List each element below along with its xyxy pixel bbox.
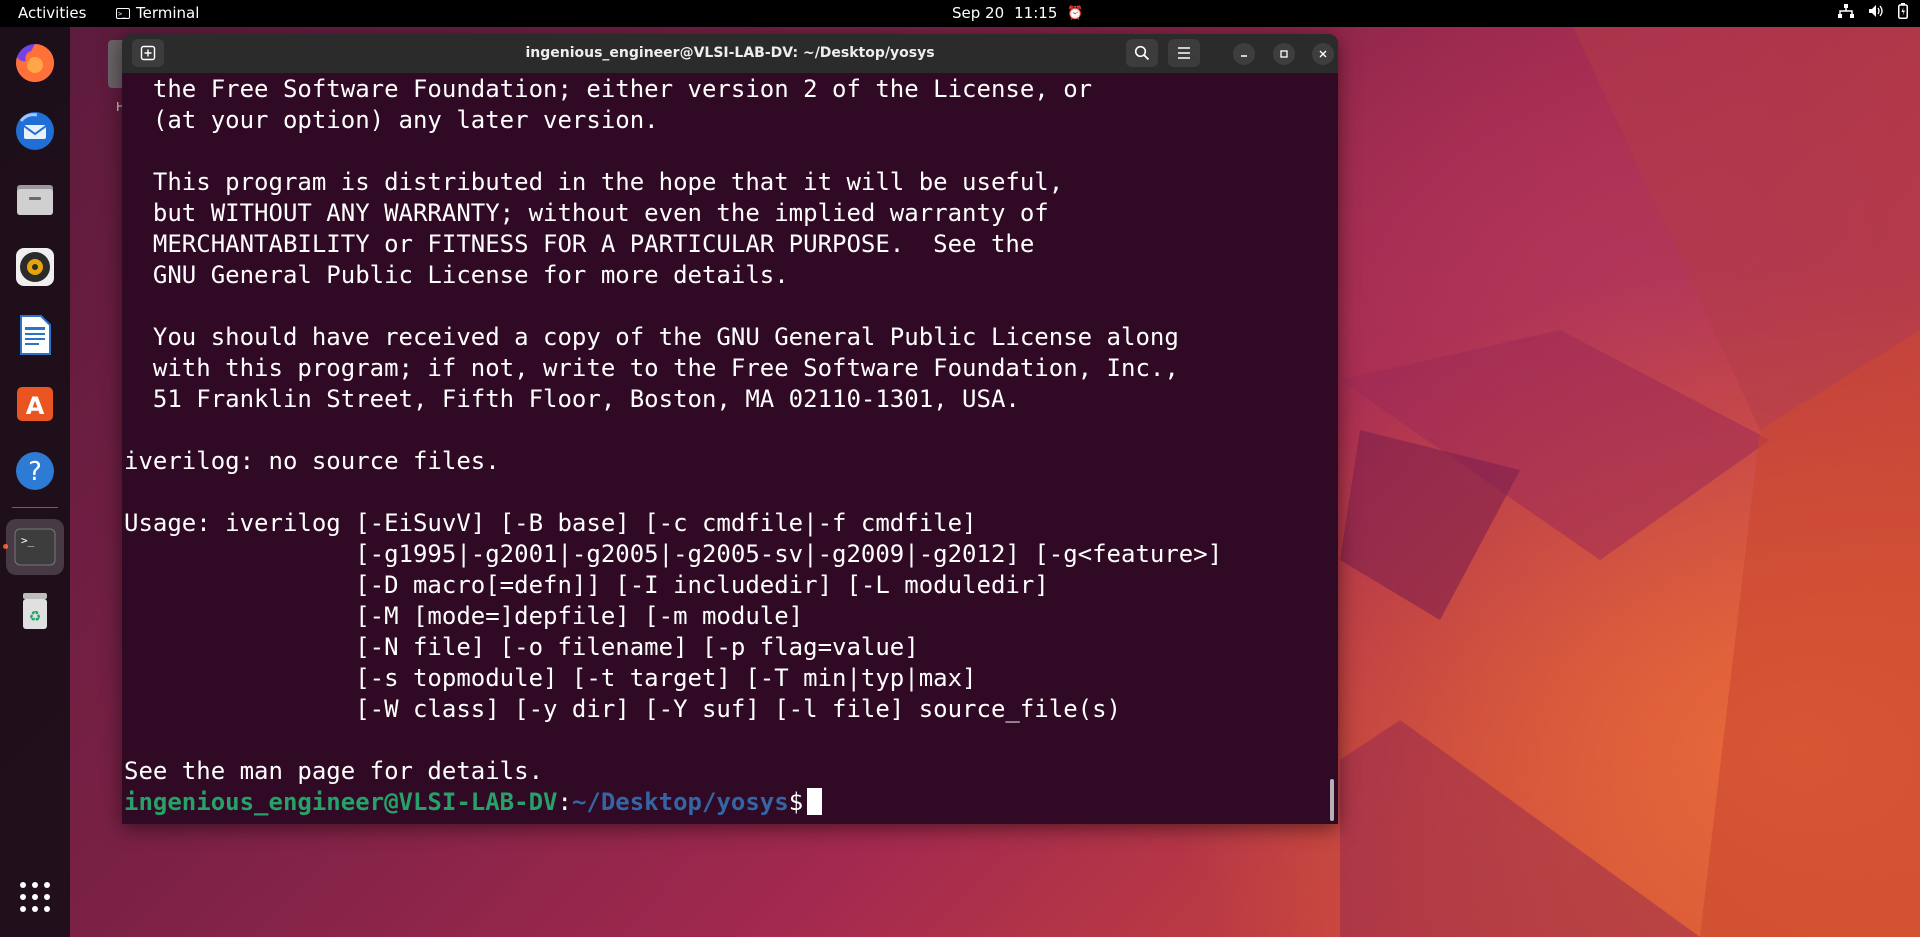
dock-item-terminal[interactable]: >_ — [6, 519, 64, 575]
scrollbar[interactable] — [1330, 779, 1334, 821]
output-line: [-D macro[=defn]] [-I includedir] [-L mo… — [124, 571, 1049, 599]
system-tray[interactable] — [1838, 3, 1908, 19]
dock-item-writer[interactable] — [11, 311, 59, 359]
date: Sep 20 — [952, 4, 1005, 22]
svg-text:♻: ♻ — [29, 609, 42, 625]
dock-item-help[interactable]: ? — [11, 447, 59, 495]
output-line: [-W class] [-y dir] [-Y suf] [-l file] s… — [124, 695, 1121, 723]
minimize-button[interactable] — [1233, 43, 1255, 65]
terminal-app-icon: >_ — [116, 7, 130, 19]
maximize-button[interactable] — [1273, 43, 1295, 65]
output-line: Usage: iverilog [-EiSuvV] [-B base] [-c … — [124, 509, 977, 537]
libreoffice-writer-icon — [20, 315, 51, 355]
battery-icon — [1898, 3, 1908, 19]
app-menu[interactable]: >_ Terminal — [116, 4, 199, 22]
volume-icon — [1869, 5, 1883, 17]
prompt-symbol: $ — [788, 788, 804, 816]
prompt-path: ~/Desktop/yosys — [571, 788, 789, 816]
dock-item-thunderbird[interactable] — [11, 107, 59, 155]
hamburger-menu-icon — [1178, 47, 1190, 59]
files-icon — [17, 185, 53, 215]
time: 11:15 — [1014, 4, 1058, 22]
help-icon: ? — [16, 452, 54, 490]
output-line: GNU General Public License for more deta… — [124, 261, 789, 289]
terminal-output[interactable]: the Free Software Foundation; either ver… — [124, 73, 1326, 824]
output-line: See the man page for details. — [124, 757, 544, 785]
dock-item-firefox[interactable] — [11, 39, 59, 87]
app-name: Terminal — [136, 4, 200, 22]
text-cursor — [807, 788, 823, 815]
search-icon — [1134, 45, 1150, 61]
output-line: [-s topmodule] [-t target] [-T min|typ|m… — [124, 664, 977, 692]
prompt-separator: : — [557, 788, 572, 816]
output-line: with this program; if not, write to the … — [124, 354, 1179, 382]
output-line: (at your option) any later version. — [124, 106, 659, 134]
dock-item-trash[interactable]: ♻ — [11, 587, 59, 635]
search-button[interactable] — [1126, 39, 1158, 67]
svg-text:?: ? — [28, 457, 42, 487]
app-center-icon: A — [17, 387, 53, 421]
show-apps-icon — [20, 882, 50, 912]
dock-item-rhythmbox[interactable] — [11, 243, 59, 291]
output-line: MERCHANTABILITY or FITNESS FOR A PARTICU… — [124, 230, 1035, 258]
hamburger-menu-button[interactable] — [1168, 39, 1200, 67]
dock: A ? >_ ♻ — [0, 27, 70, 937]
output-line: but WITHOUT ANY WARRANTY; without even t… — [124, 199, 1049, 227]
output-line: iverilog: no source files. — [124, 447, 500, 475]
trash-icon: ♻ — [23, 593, 47, 629]
terminal-icon: >_ — [14, 528, 56, 566]
minimize-icon — [1241, 55, 1247, 57]
output-line: [-g1995|-g2001|-g2005|-g2005-sv|-g2009|-… — [124, 540, 1223, 568]
output-line: the Free Software Foundation; either ver… — [124, 75, 1093, 103]
rhythmbox-icon — [16, 248, 54, 286]
dock-item-app-center[interactable]: A — [11, 379, 59, 427]
dock-item-show-apps[interactable] — [11, 873, 59, 921]
output-line: [-N file] [-o filename] [-p flag=value] — [124, 633, 919, 661]
top-bar: Activities >_ Terminal Sep 20 11:15 ⏰ — [0, 0, 1920, 27]
maximize-icon — [1280, 50, 1288, 58]
svg-text:>_: >_ — [21, 534, 35, 547]
dock-item-files[interactable] — [11, 175, 59, 223]
output-line: You should have received a copy of the G… — [124, 323, 1179, 351]
terminal-titlebar[interactable]: ingenious_engineer@VLSI-LAB-DV: ~/Deskto… — [122, 34, 1338, 73]
prompt-user-host: ingenious_engineer@VLSI-LAB-DV — [124, 788, 558, 816]
output-line: 51 Franklin Street, Fifth Floor, Boston,… — [124, 385, 1020, 413]
close-icon — [1319, 50, 1327, 58]
svg-text:A: A — [26, 392, 45, 420]
output-line: This program is distributed in the hope … — [124, 168, 1064, 196]
firefox-icon — [16, 43, 55, 82]
thunderbird-icon — [16, 112, 54, 150]
command-prompt[interactable]: ingenious_engineer@VLSI-LAB-DV:~/Desktop… — [124, 787, 1326, 818]
terminal-window[interactable]: ingenious_engineer@VLSI-LAB-DV: ~/Deskto… — [122, 34, 1338, 824]
activities-button[interactable]: Activities — [18, 4, 86, 22]
close-button[interactable] — [1312, 43, 1334, 65]
alarm-clock-icon: ⏰ — [1067, 5, 1084, 21]
dock-separator — [12, 507, 58, 508]
output-line: [-M [mode=]depfile] [-m module] — [124, 602, 804, 630]
network-icon — [1838, 4, 1854, 18]
clock[interactable]: Sep 20 11:15 ⏰ — [952, 4, 1084, 22]
